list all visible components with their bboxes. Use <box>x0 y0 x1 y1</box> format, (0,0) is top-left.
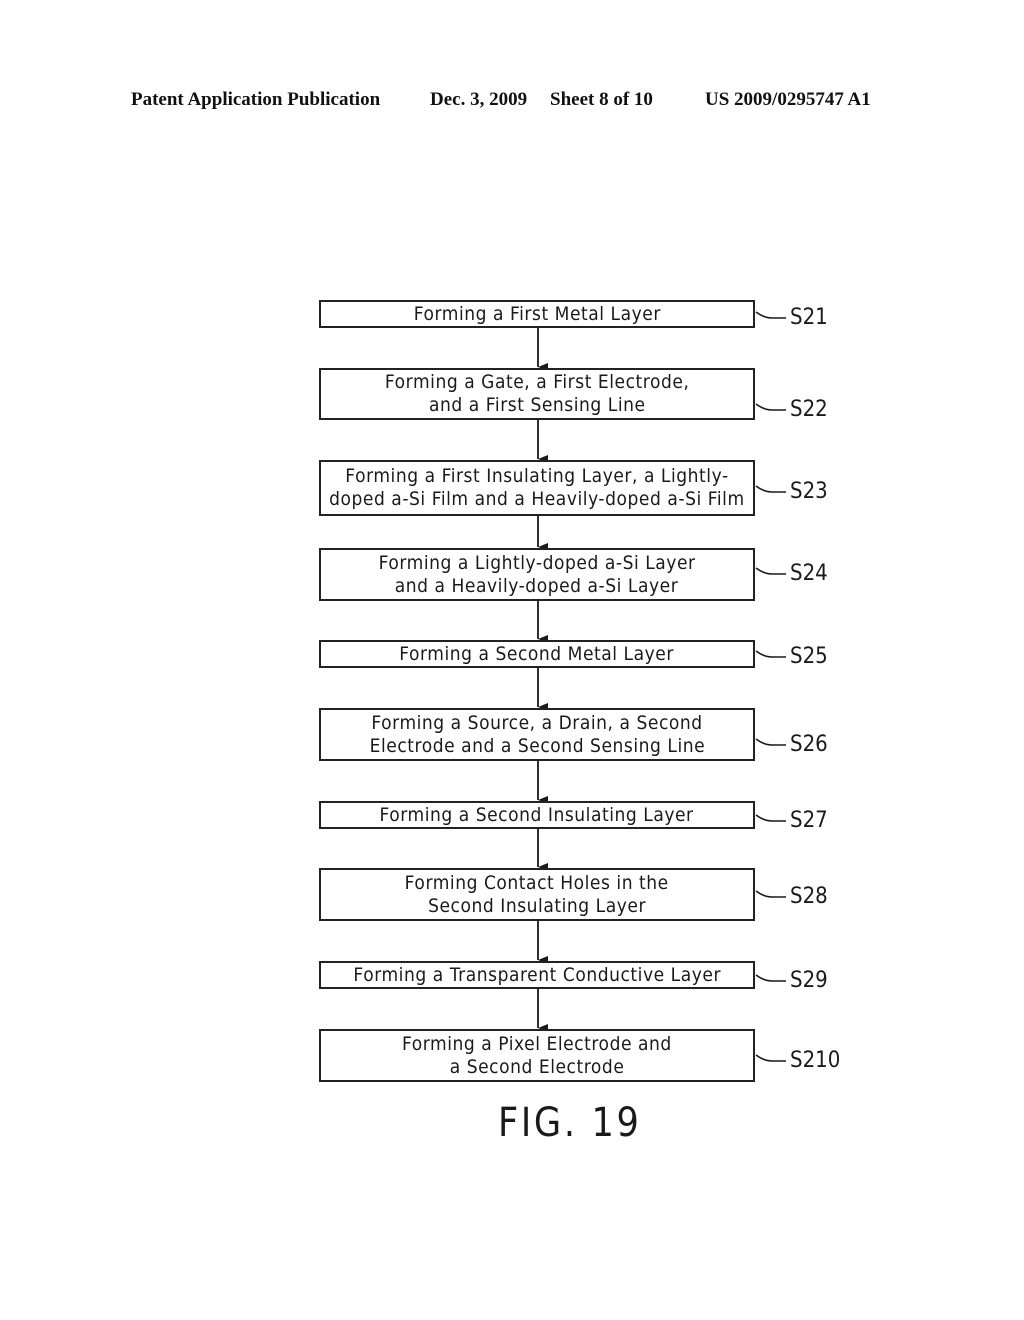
step-text-line: Forming a Second Insulating Layer <box>379 803 695 826</box>
step-id-label: S26 <box>790 732 828 757</box>
leader-line <box>755 403 786 411</box>
step-box-s23: Forming a First Insulating Layer, a Ligh… <box>319 460 755 516</box>
step-id-label: S29 <box>790 968 828 993</box>
step-text-line: doped a-Si Film and a Heavily-doped a-Si… <box>329 488 745 510</box>
figure-label: FIG. 19 <box>498 1100 642 1146</box>
step-id-label: S27 <box>790 808 828 833</box>
step-box-s29: Forming a Transparent Conductive Layer <box>319 961 755 989</box>
step-box-s28: Forming Contact Holes in the Second Insul… <box>319 868 755 921</box>
step-id-label: S28 <box>790 884 828 909</box>
step-text-line: Forming a First Insulating Layer, a Ligh… <box>345 465 729 487</box>
step-id-label: S22 <box>790 397 828 422</box>
step-text-line: Electrode and a Second Sensing Line <box>369 734 705 757</box>
step-box-s26: Forming a Source, a Drain, a Second Elect… <box>319 708 755 761</box>
leader-line <box>755 650 786 658</box>
step-box-s24: Forming a Lightly-doped a-Si Layer and a … <box>319 548 755 601</box>
step-id-label: S21 <box>790 305 828 330</box>
leader-line <box>755 1054 786 1062</box>
leader-line <box>755 814 786 822</box>
patent-number: US 2009/0295747 A1 <box>705 89 871 110</box>
step-box-s27: Forming a Second Insulating Layer <box>319 801 755 829</box>
step-text-line: Forming Contact Holes in the <box>404 871 670 894</box>
step-id-label: S210 <box>790 1048 841 1073</box>
step-text-line: Forming a Pixel Electrode and <box>402 1032 672 1055</box>
sheet-number: Sheet 8 of 10 <box>550 89 653 110</box>
step-box-s210: Forming a Pixel Electrode and a Second El… <box>319 1029 755 1082</box>
step-text-line: Forming a Lightly-doped a-Si Layer <box>378 551 696 574</box>
step-box-s21: Forming a First Metal Layer <box>319 300 755 328</box>
leader-line <box>755 567 786 575</box>
step-text-line: a Second Electrode <box>449 1055 625 1078</box>
step-text-line: and a Heavily-doped a-Si Layer <box>395 574 679 597</box>
step-text-line: Forming a Source, a Drain, a Second <box>371 711 703 734</box>
step-text-line: and a First Sensing Line <box>428 394 646 416</box>
publication-type: Patent Application Publication <box>131 89 381 110</box>
step-id-label: S23 <box>790 479 828 504</box>
leader-line <box>755 485 786 493</box>
leader-line <box>755 890 786 898</box>
leader-line <box>755 311 786 319</box>
step-text-line: Forming a Gate, a First Electrode, <box>384 371 690 393</box>
leader-line <box>755 738 786 746</box>
step-text-line: Second Insulating Layer <box>428 894 646 917</box>
step-text-line: Forming a Second Metal Layer <box>399 642 675 665</box>
publication-date: Dec. 3, 2009 <box>430 89 528 110</box>
step-text-line: Forming a First Metal Layer <box>413 302 661 325</box>
step-id-label: S24 <box>790 561 828 586</box>
step-box-s25: Forming a Second Metal Layer <box>319 640 755 668</box>
leader-line <box>755 974 786 982</box>
step-id-label: S25 <box>790 644 828 669</box>
step-text-line: Forming a Transparent Conductive Layer <box>353 963 721 986</box>
step-box-s22: Forming a Gate, a First Electrode, and a … <box>319 368 755 420</box>
